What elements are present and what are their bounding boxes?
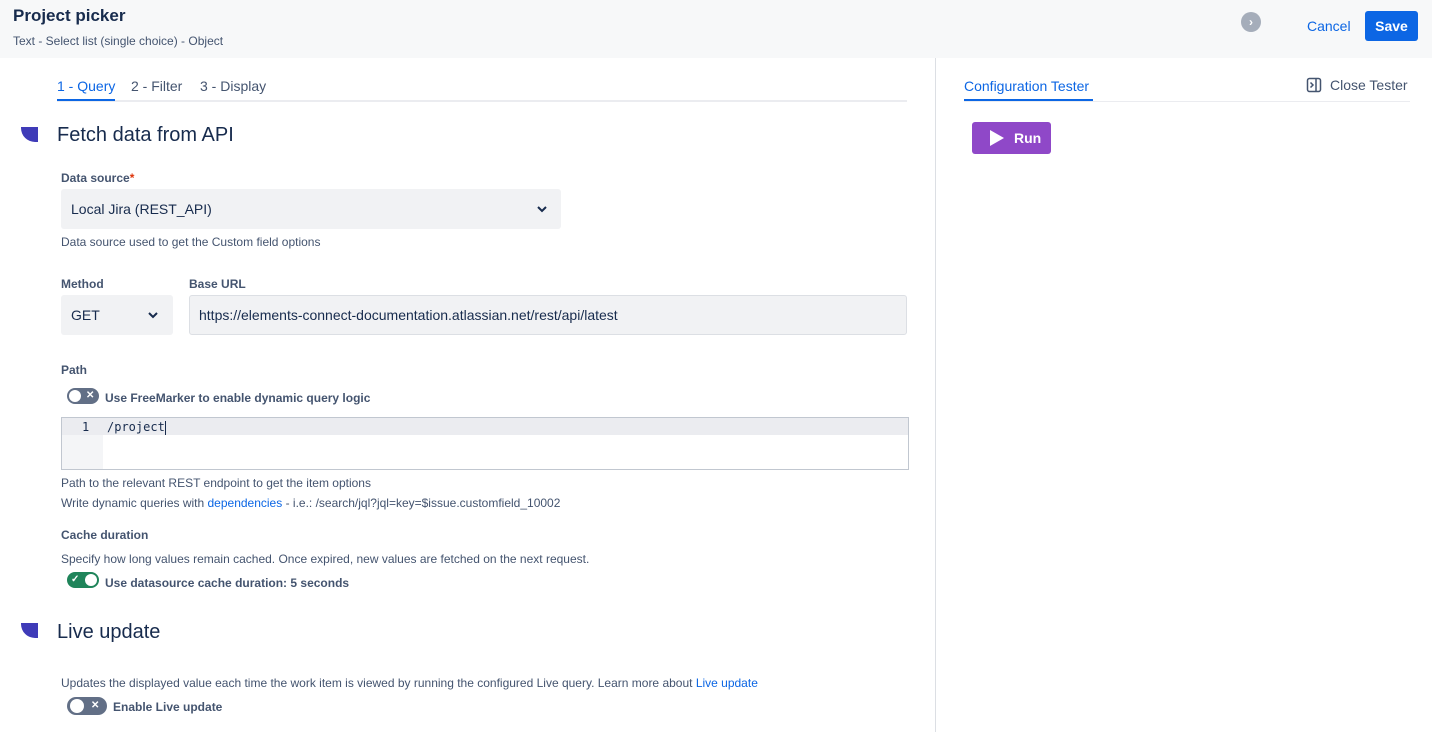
page-title: Project picker bbox=[13, 6, 126, 25]
base-url-field[interactable]: https://elements-connect-documentation.a… bbox=[189, 295, 907, 335]
base-url-value: https://elements-connect-documentation.a… bbox=[199, 307, 618, 323]
cache-toggle-label: Use datasource cache duration: 5 seconds bbox=[105, 576, 350, 590]
section-title-fetch: Fetch data from API bbox=[57, 124, 234, 146]
chevron-down-icon bbox=[148, 312, 158, 319]
tester-tab-line bbox=[964, 101, 1410, 102]
run-button[interactable]: Run bbox=[972, 122, 1051, 154]
toggle-knob bbox=[70, 699, 84, 713]
tab-display[interactable]: 3 - Display bbox=[200, 78, 266, 94]
cross-icon: ✕ bbox=[91, 700, 100, 711]
chevron-down-icon bbox=[537, 206, 547, 213]
active-line-highlight bbox=[62, 418, 908, 435]
path-label: Path bbox=[61, 363, 88, 377]
data-source-value: Local Jira (REST_API) bbox=[71, 201, 212, 217]
tab-query[interactable]: 1 - Query bbox=[57, 78, 115, 94]
cache-duration-toggle[interactable]: ✓ bbox=[67, 572, 99, 588]
cancel-button[interactable]: Cancel bbox=[1297, 11, 1361, 41]
section-marker-icon bbox=[21, 127, 38, 142]
tab-filter[interactable]: 2 - Filter bbox=[131, 78, 182, 94]
toggle-knob bbox=[85, 574, 97, 586]
data-source-help: Data source used to get the Custom field… bbox=[61, 235, 321, 249]
close-panel-icon bbox=[1306, 77, 1322, 93]
data-source-label: Data source* bbox=[61, 171, 135, 185]
chevron-right-icon[interactable]: › bbox=[1241, 12, 1261, 32]
close-tester-label: Close Tester bbox=[1330, 77, 1408, 93]
method-select[interactable]: GET bbox=[61, 295, 173, 335]
active-tab-indicator bbox=[57, 99, 115, 101]
tab-configuration-tester[interactable]: Configuration Tester bbox=[964, 78, 1089, 94]
method-label: Method bbox=[61, 277, 104, 291]
config-tabs: 1 - Query 2 - Filter 3 - Display bbox=[57, 74, 907, 102]
line-number: 1 bbox=[82, 420, 90, 434]
freemarker-toggle[interactable]: ✕ bbox=[67, 388, 99, 404]
live-update-link[interactable]: Live update bbox=[696, 676, 758, 690]
toggle-knob bbox=[69, 390, 81, 402]
freemarker-toggle-label: Use FreeMarker to enable dynamic query l… bbox=[105, 391, 371, 405]
play-icon bbox=[990, 130, 1004, 146]
code-line: /project bbox=[107, 420, 166, 435]
path-dynamic-help: Write dynamic queries with dependencies … bbox=[61, 496, 561, 510]
top-bar: Project picker Text - Select list (singl… bbox=[0, 0, 1432, 58]
live-update-help: Updates the displayed value each time th… bbox=[61, 676, 758, 690]
live-update-toggle-label: Enable Live update bbox=[113, 700, 223, 714]
dependencies-link[interactable]: dependencies bbox=[208, 496, 283, 510]
base-url-label: Base URL bbox=[189, 277, 246, 291]
section-title-live-update: Live update bbox=[57, 621, 161, 643]
check-icon: ✓ bbox=[71, 574, 80, 585]
path-help: Path to the relevant REST endpoint to ge… bbox=[61, 476, 371, 490]
cache-duration-help: Specify how long values remain cached. O… bbox=[61, 552, 590, 566]
path-code-editor[interactable]: 1 /project bbox=[61, 417, 909, 470]
run-label: Run bbox=[1014, 130, 1042, 146]
required-mark: * bbox=[129, 171, 135, 185]
cache-duration-label: Cache duration bbox=[61, 528, 149, 542]
live-update-toggle[interactable]: ✕ bbox=[67, 697, 107, 715]
panel-divider bbox=[935, 58, 936, 732]
text-cursor bbox=[164, 420, 166, 435]
data-source-select[interactable]: Local Jira (REST_API) bbox=[61, 189, 561, 229]
method-value: GET bbox=[71, 307, 100, 323]
cross-icon: ✕ bbox=[86, 390, 95, 401]
save-button[interactable]: Save bbox=[1365, 11, 1418, 41]
page-subtitle: Text - Select list (single choice) - Obj… bbox=[13, 34, 224, 48]
section-marker-icon bbox=[21, 623, 38, 638]
